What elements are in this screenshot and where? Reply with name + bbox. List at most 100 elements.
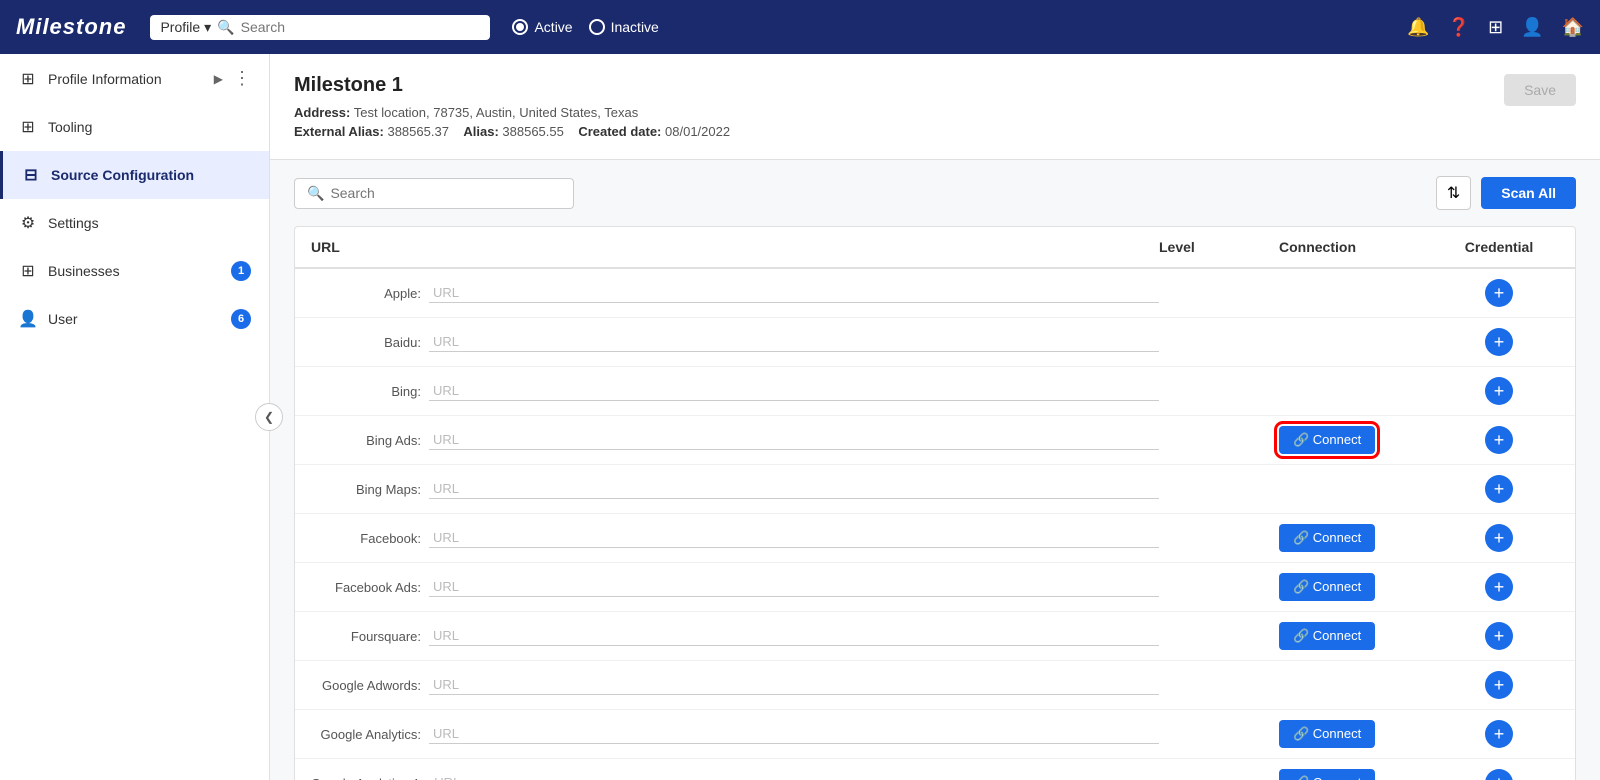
table-search-box: 🔍 [294,178,574,209]
topnav-right: 🔔 ❓ ⊞ 👤 🏠 [1407,17,1584,38]
dropdown-arrow-icon: ▾ [204,19,211,36]
add-credential-button[interactable]: + [1485,573,1513,601]
account-icon[interactable]: 👤 [1521,17,1543,38]
url-input[interactable] [429,528,1159,548]
connect-button[interactable]: 🔗 Connect [1279,573,1375,601]
external-alias-value: 388565.37 [387,124,448,139]
table-row: Facebook: 🔗 Connect + [295,514,1575,563]
connection-cell: 🔗 Connect [1279,524,1439,552]
url-input[interactable] [429,332,1159,352]
sidebar-item-tooling[interactable]: ⊞ Tooling [0,103,269,151]
url-input[interactable] [429,283,1159,303]
address-label: Address: [294,105,350,120]
connect-button[interactable]: 🔗 Connect [1279,622,1375,650]
created-label: Created date: [578,124,661,139]
source-label: Bing Ads: [311,433,421,448]
add-credential-button[interactable]: + [1485,769,1513,780]
url-input[interactable] [429,724,1159,744]
table-search-input[interactable] [330,185,561,201]
table-row: Bing Ads: 🔗 Connect + [295,416,1575,465]
url-input[interactable] [429,381,1159,401]
credential-cell: + [1439,769,1559,780]
sidebar-collapse-button[interactable]: ❮ [255,403,283,431]
connect-button[interactable]: 🔗 Connect [1279,426,1375,454]
main-layout: ⊞ Profile Information ▶ ⋮ ⊞ Tooling ⊟ So… [0,54,1600,780]
add-credential-button[interactable]: + [1485,377,1513,405]
source-label: Facebook Ads: [311,580,421,595]
sidebar-label-user: User [48,311,221,327]
status-radio-group: Active Inactive [512,19,658,35]
table-row: Baidu: + [295,318,1575,367]
table-row: Bing: + [295,367,1575,416]
source-cell: Baidu: [311,332,1159,352]
sort-button[interactable]: ⇅ [1436,176,1471,210]
created-value: 08/01/2022 [665,124,730,139]
home-icon[interactable]: 🏠 [1562,17,1584,38]
connect-button[interactable]: 🔗 Connect [1279,524,1375,552]
url-input[interactable] [429,675,1159,695]
connect-button[interactable]: 🔗 Connect [1279,769,1375,780]
credential-cell: + [1439,475,1559,503]
credential-cell: + [1439,622,1559,650]
table-row: Foursquare: 🔗 Connect + [295,612,1575,661]
sidebar-icon-businesses: ⊞ [18,261,38,281]
profile-aliases: External Alias: 388565.37 Alias: 388565.… [294,124,1576,139]
table-row: Google Analytics: 🔗 Connect + [295,710,1575,759]
source-label: Google Adwords: [311,678,421,693]
save-button[interactable]: Save [1504,74,1576,106]
sidebar-more-profile-information[interactable]: ⋮ [233,68,251,89]
active-radio-circle [512,19,528,35]
inactive-radio-circle [589,19,605,35]
source-cell: Bing: [311,381,1159,401]
scan-all-button[interactable]: Scan All [1481,177,1576,209]
help-icon[interactable]: ❓ [1448,17,1470,38]
search-dropdown[interactable]: Profile ▾ [160,19,211,36]
sidebar-label-source-configuration: Source Configuration [51,167,251,183]
source-cell: Apple: [311,283,1159,303]
sidebar-item-source-configuration[interactable]: ⊟ Source Configuration [0,151,269,199]
sidebar-item-user[interactable]: 👤 User 6 [0,295,269,343]
connection-cell: 🔗 Connect [1279,720,1439,748]
table-row: Google Adwords: + [295,661,1575,710]
source-cell: Facebook Ads: [311,577,1159,597]
source-label: Foursquare: [311,629,421,644]
source-label: Facebook: [311,531,421,546]
add-credential-button[interactable]: + [1485,279,1513,307]
app-logo: Milestone [16,14,126,40]
url-input[interactable] [429,577,1159,597]
active-radio[interactable]: Active [512,19,572,35]
connection-cell: 🔗 Connect [1279,769,1439,780]
add-credential-button[interactable]: + [1485,328,1513,356]
credential-cell: + [1439,720,1559,748]
sidebar-label-settings: Settings [48,215,251,231]
external-alias-label: External Alias: [294,124,384,139]
search-container: Profile ▾ 🔍 [150,15,490,40]
sidebar-label-tooling: Tooling [48,119,251,135]
source-cell: Facebook: [311,528,1159,548]
url-input[interactable] [429,479,1159,499]
url-input[interactable] [429,626,1159,646]
table-row: Bing Maps: + [295,465,1575,514]
inactive-radio[interactable]: Inactive [589,19,659,35]
apps-icon[interactable]: ⊞ [1488,17,1503,38]
sidebar-item-settings[interactable]: ⚙ Settings [0,199,269,247]
add-credential-button[interactable]: + [1485,622,1513,650]
url-input[interactable] [430,773,1159,780]
sidebar-icon-source-configuration: ⊟ [21,165,41,185]
add-credential-button[interactable]: + [1485,426,1513,454]
source-cell: Google Analytics: [311,724,1159,744]
sidebar-item-businesses[interactable]: ⊞ Businesses 1 [0,247,269,295]
add-credential-button[interactable]: + [1485,524,1513,552]
profile-title: Milestone 1 [294,74,1576,97]
connect-button[interactable]: 🔗 Connect [1279,720,1375,748]
add-credential-button[interactable]: + [1485,475,1513,503]
url-input[interactable] [429,430,1159,450]
search-icon: 🔍 [217,19,234,36]
add-credential-button[interactable]: + [1485,720,1513,748]
notification-icon[interactable]: 🔔 [1407,17,1429,38]
search-input[interactable] [241,19,481,35]
source-label: Baidu: [311,335,421,350]
sidebar-item-profile-information[interactable]: ⊞ Profile Information ▶ ⋮ [0,54,269,103]
add-credential-button[interactable]: + [1485,671,1513,699]
toolbar: 🔍 ⇅ Scan All [294,176,1576,210]
